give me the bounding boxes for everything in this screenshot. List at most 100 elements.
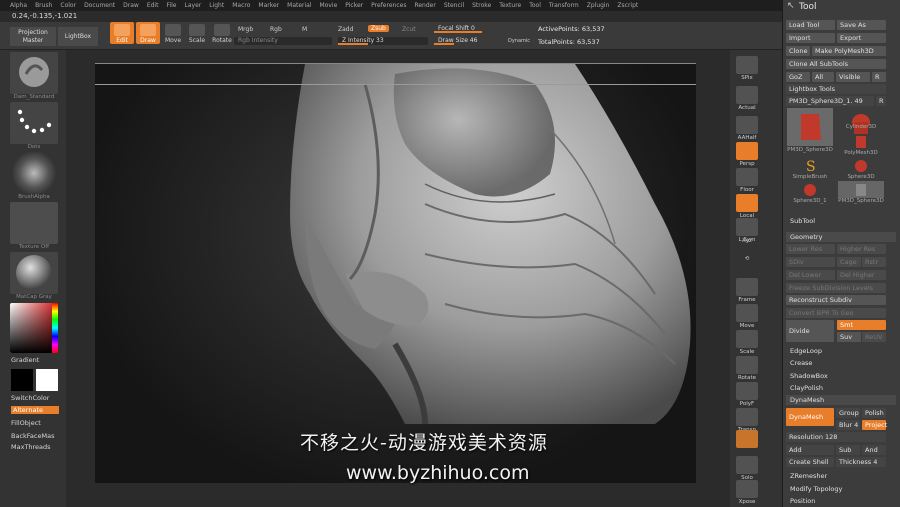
menu-item[interactable]: Macro — [232, 2, 250, 9]
actual-button[interactable]: Actual — [734, 86, 760, 116]
xyz-button[interactable]: Xyz — [734, 238, 760, 252]
zcut-button[interactable]: Zcut — [402, 26, 416, 33]
ghost-button[interactable] — [734, 430, 760, 450]
tool-thumb[interactable] — [787, 108, 833, 146]
z-intensity-slider[interactable]: Z Intensity 33 — [338, 37, 428, 45]
menu-item[interactable]: Zscript — [617, 2, 638, 9]
menu-item[interactable]: Brush — [35, 2, 52, 9]
and-button[interactable]: And — [862, 445, 886, 455]
stroke-selector[interactable] — [10, 102, 58, 144]
thickness-slider[interactable]: Thickness 4 — [836, 457, 886, 467]
edgeloop-section[interactable]: EdgeLoop — [786, 346, 896, 356]
lower-res-button[interactable]: Lower Res — [786, 244, 835, 254]
tool-thumb[interactable]: S — [787, 157, 833, 175]
tool-thumb[interactable] — [838, 157, 884, 173]
dynamic-button[interactable]: Dynamic — [508, 38, 530, 44]
smt-toggle[interactable]: Smt — [837, 320, 886, 330]
import-button[interactable]: Import — [786, 33, 835, 43]
group-toggle[interactable]: Group — [836, 408, 860, 418]
zremesher-section[interactable]: ZRemesher — [786, 471, 896, 481]
create-shell-button[interactable]: Create Shell — [786, 457, 834, 467]
lightbox-button[interactable]: LightBox — [58, 27, 98, 46]
blur-slider[interactable]: Blur 4 — [836, 420, 860, 430]
divide-button[interactable]: Divide — [786, 320, 834, 342]
sub-button[interactable]: Sub — [836, 445, 860, 455]
reconstruct-subdiv-button[interactable]: Reconstruct Subdiv — [786, 295, 886, 305]
visible-button[interactable]: Visible — [836, 72, 870, 82]
goz-button[interactable]: GoZ — [786, 72, 810, 82]
lightbox-tools-button[interactable]: Lightbox Tools — [786, 84, 886, 94]
menu-item[interactable]: File — [166, 2, 176, 9]
claypolish-section[interactable]: ClayPolish — [786, 383, 896, 393]
position-section[interactable]: Position — [786, 496, 896, 506]
menu-item[interactable]: Render — [414, 2, 435, 9]
subtool-section[interactable]: SubTool — [786, 216, 896, 226]
menu-item[interactable]: Edit — [147, 2, 159, 9]
sdiv-slider[interactable]: SDiv — [786, 257, 835, 267]
material-selector[interactable] — [10, 252, 58, 294]
menu-item[interactable]: Marker — [258, 2, 279, 9]
menu-item[interactable]: Picker — [345, 2, 363, 9]
edit-button[interactable]: Edit — [110, 22, 134, 44]
brush-selector[interactable] — [10, 52, 58, 94]
resolution-slider[interactable]: Resolution 128 — [786, 432, 886, 442]
menu-item[interactable]: Layer — [185, 2, 202, 9]
reuv-toggle[interactable]: ReUV — [862, 332, 886, 342]
menu-item[interactable]: Alpha — [10, 2, 27, 9]
xpose-button[interactable]: Xpose — [734, 480, 760, 506]
del-higher-button[interactable]: Del Higher — [837, 270, 886, 280]
clone-all-subtools-button[interactable]: Clone All SubTools — [786, 59, 886, 69]
dynamesh-section[interactable]: DynaMesh — [786, 395, 896, 405]
del-lower-button[interactable]: Del Lower — [786, 270, 835, 280]
menu-item[interactable]: Stencil — [444, 2, 464, 9]
add-button[interactable]: Add — [786, 445, 834, 455]
mrgb-button[interactable]: Mrgb — [238, 26, 253, 33]
backface-mask-button[interactable]: BackFaceMas — [11, 432, 54, 440]
menu-item[interactable]: Zplugin — [587, 2, 610, 9]
convert-bpr-button[interactable]: Convert BPR To Geo — [786, 308, 886, 318]
viewport-canvas[interactable] — [95, 63, 696, 483]
tool-thumb[interactable] — [838, 181, 884, 198]
primary-color-swatch[interactable] — [11, 369, 33, 391]
alternate-button[interactable]: Alternate — [11, 406, 59, 414]
scale-button[interactable]: Scale — [186, 22, 208, 44]
tool-thumb[interactable] — [787, 181, 833, 198]
draw-button[interactable]: Draw — [136, 22, 160, 44]
draw-size-slider[interactable]: Draw Size 46 — [434, 37, 502, 45]
r-button[interactable]: R — [872, 72, 886, 82]
current-tool-slider[interactable]: PM3D_Sphere3D_1. 49 — [786, 96, 874, 106]
clone-button[interactable]: Clone — [786, 46, 810, 56]
menu-item[interactable]: Transform — [549, 2, 579, 9]
hue-strip[interactable] — [52, 303, 58, 353]
menu-item[interactable]: Texture — [499, 2, 521, 9]
menu-item[interactable]: Document — [84, 2, 115, 9]
spix-button[interactable]: SPix — [734, 56, 760, 86]
fill-object-button[interactable]: FillObject — [11, 419, 41, 427]
menu-item[interactable]: Material — [287, 2, 311, 9]
color-picker[interactable] — [10, 303, 58, 353]
secondary-color-swatch[interactable] — [36, 369, 58, 391]
geometry-section[interactable]: Geometry — [786, 232, 896, 242]
menu-item[interactable]: Stroke — [472, 2, 491, 9]
dynamesh-button[interactable]: DynaMesh — [786, 408, 834, 426]
menu-item[interactable]: Draw — [123, 2, 139, 9]
higher-res-button[interactable]: Higher Res — [837, 244, 886, 254]
menu-item[interactable]: Movie — [320, 2, 338, 9]
make-polymesh-button[interactable]: Make PolyMesh3D — [812, 46, 886, 56]
suv-toggle[interactable]: Suv — [837, 332, 861, 342]
gradient-toggle[interactable]: Gradient — [11, 356, 39, 364]
polish-toggle[interactable]: Polish — [862, 408, 886, 418]
projection-master-button[interactable]: Projection Master — [10, 27, 56, 46]
max-threads-slider[interactable]: MaxThreads — [11, 443, 51, 451]
switch-color-button[interactable]: SwitchColor — [11, 394, 49, 402]
focal-shift-slider[interactable]: Focal Shift 0 — [434, 25, 530, 33]
r-button-2[interactable]: R — [876, 96, 886, 106]
zsub-button[interactable]: Zsub — [368, 25, 389, 32]
menu-item[interactable]: Light — [209, 2, 224, 9]
rstr-button[interactable]: Rstr — [862, 257, 886, 267]
texture-selector[interactable] — [10, 202, 58, 244]
crease-section[interactable]: Crease — [786, 358, 896, 368]
alpha-selector[interactable] — [10, 152, 58, 194]
rgb-intensity-slider[interactable]: Rgb Intensity — [234, 37, 332, 45]
rotation-axis-button[interactable]: ⟲ — [734, 256, 760, 274]
